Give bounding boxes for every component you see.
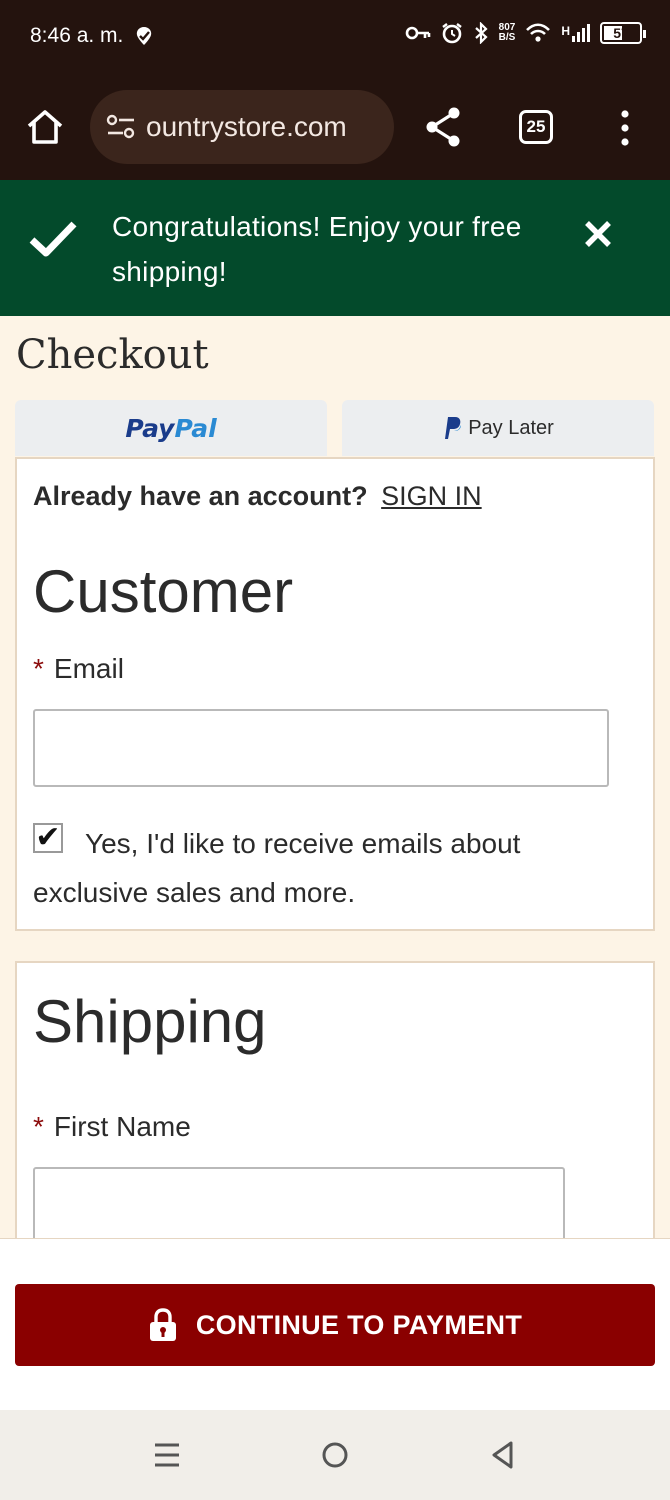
email-label: * Email — [33, 653, 124, 685]
alarm-icon — [441, 23, 462, 44]
required-mark: * — [33, 1111, 44, 1142]
continue-to-payment-button[interactable]: CONTINUE TO PAYMENT — [15, 1284, 655, 1366]
shipping-heading: Shipping — [33, 988, 267, 1055]
location-check-icon — [137, 27, 152, 45]
email-optin-label: Yes, I'd like to receive emails about ex… — [33, 828, 521, 908]
first-name-label-text: First Name — [53, 1111, 191, 1142]
signal-icon: H — [561, 24, 590, 42]
more-vert-icon[interactable] — [614, 108, 636, 148]
share-icon[interactable] — [424, 106, 462, 148]
first-name-field[interactable] — [33, 1167, 565, 1245]
wifi-icon — [526, 23, 551, 42]
status-icons: 807 B/S H 57 — [405, 22, 646, 44]
pay-later-label: Pay Later — [468, 416, 554, 439]
page-title: Checkout — [16, 332, 209, 378]
free-shipping-banner: Congratulations! Enjoy your free shippin… — [0, 180, 670, 316]
required-mark: * — [33, 653, 44, 684]
battery-icon: 57 — [600, 22, 646, 44]
tabs-icon[interactable]: 25 — [519, 110, 553, 144]
email-field[interactable] — [33, 709, 609, 787]
customer-heading: Customer — [33, 558, 294, 625]
home-circle-icon[interactable] — [318, 1438, 352, 1472]
status-bar: 8:46 a. m. 807 B/S H 57 — [0, 0, 670, 78]
battery-text: 57 — [613, 25, 629, 41]
account-prompt-text: Already have an account? — [33, 481, 368, 511]
close-icon[interactable] — [582, 218, 614, 250]
customer-section: Already have an account? SIGN IN Custome… — [15, 457, 655, 931]
paypal-button[interactable]: PayPal — [15, 400, 327, 456]
net-speed: 807 B/S — [499, 23, 516, 43]
sign-in-link[interactable]: SIGN IN — [381, 481, 482, 511]
address-bar[interactable]: ountrystore.com — [90, 90, 394, 164]
site-settings-icon[interactable] — [106, 114, 136, 140]
paypal-logo-part-1: Pay — [125, 413, 175, 443]
checkout-action-bar: CONTINUE TO PAYMENT — [0, 1238, 670, 1410]
net-speed-unit: B/S — [498, 32, 516, 43]
paypal-logo: PayPal — [125, 414, 216, 443]
browser-toolbar: ountrystore.com 25 — [0, 78, 670, 180]
checkmark-icon — [29, 221, 77, 257]
system-nav-bar — [0, 1410, 670, 1500]
signal-label: H — [561, 24, 570, 38]
back-icon[interactable] — [486, 1438, 520, 1472]
url-text[interactable]: ountrystore.com — [146, 111, 347, 143]
first-name-label: * First Name — [33, 1111, 191, 1143]
continue-label: CONTINUE TO PAYMENT — [195, 1309, 523, 1340]
key-icon — [405, 26, 430, 40]
email-label-text: Email — [53, 653, 124, 684]
home-icon[interactable] — [24, 106, 66, 148]
pay-later-button[interactable]: Pay Later — [342, 400, 654, 456]
recents-icon[interactable] — [150, 1438, 184, 1472]
paypal-p-icon — [445, 417, 462, 441]
shipping-section: Shipping * First Name — [15, 961, 655, 1261]
account-prompt: Already have an account? SIGN IN — [33, 481, 482, 512]
status-time-group: 8:46 a. m. — [30, 24, 155, 48]
paypal-logo-part-2: Pal — [174, 413, 217, 443]
bluetooth-icon — [474, 22, 488, 44]
clock-time: 8:46 a. m. — [30, 24, 124, 47]
banner-message: Congratulations! Enjoy your free shippin… — [112, 211, 522, 287]
tab-count: 25 — [526, 117, 546, 136]
lock-icon — [149, 1308, 176, 1341]
